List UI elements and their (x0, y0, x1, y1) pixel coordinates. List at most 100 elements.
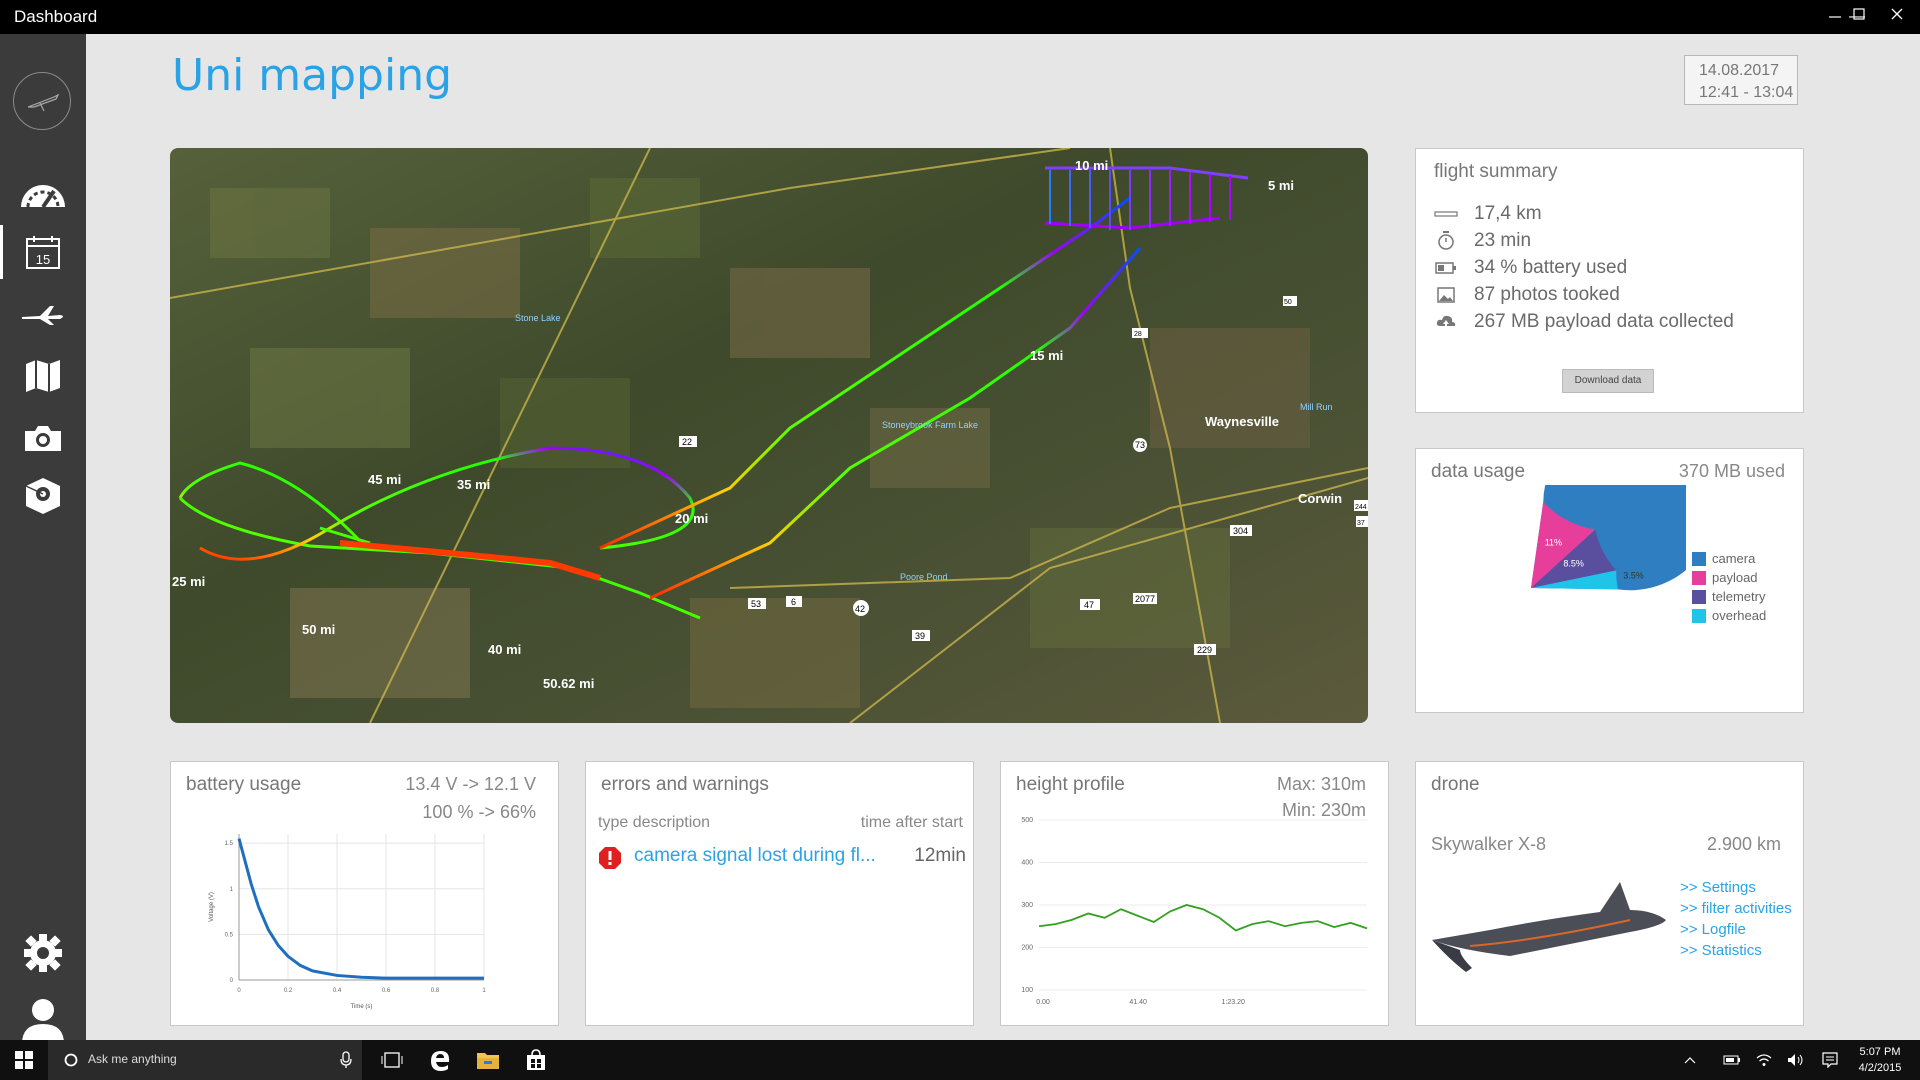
volume-tray-button[interactable] (1782, 1040, 1810, 1080)
height-profile-line (1038, 904, 1368, 932)
pie-label-telemetry: 8.5% (1563, 558, 1584, 568)
map-label-25mi: 25 mi (172, 574, 205, 589)
download-data-button[interactable]: Download data (1562, 369, 1654, 393)
map-label-35mi: 35 mi (457, 477, 490, 492)
height-profile-title: height profile (1016, 774, 1125, 795)
road-229: 229 (1197, 645, 1212, 655)
file-explorer-button[interactable] (464, 1040, 512, 1080)
windows-taskbar: Ask me anything 5:07 PM 4/2/2015 (0, 1040, 1920, 1080)
legend-swatch-overhead (1692, 608, 1706, 623)
drone-title: drone (1431, 774, 1480, 795)
legend-swatch-camera (1692, 551, 1706, 566)
link-filter-activities[interactable]: >> filter activities (1680, 900, 1792, 917)
height-y-tick: 300 (1021, 902, 1033, 909)
battery-x-tick: 0.2 (284, 988, 293, 994)
map-label-10mi: 10 mi (1075, 158, 1108, 173)
map-icon (26, 360, 60, 392)
upload-cloud-icon (1434, 312, 1458, 332)
flight-path-3d-map[interactable]: 10 mi 5 mi 15 mi 20 mi 25 mi 35 mi 40 mi… (170, 148, 1368, 723)
battery-x-tick: 0.4 (333, 988, 342, 994)
battery-x-tick: 0.6 (382, 988, 391, 994)
road-304: 304 (1233, 526, 1248, 536)
data-used-total: 370 MB used (1678, 461, 1785, 481)
search-placeholder: Ask me anything (88, 1052, 177, 1066)
battery-x-tick: 0 (237, 988, 241, 994)
battery-x-tick: 1 (482, 988, 486, 994)
error-row[interactable]: camera signal lost during fl... 12min (598, 844, 968, 870)
drone-card: drone Skywalker X-8 2.900 km >> Settings… (1415, 761, 1804, 1026)
battery-usage-title: battery usage (186, 774, 302, 795)
camera-icon (25, 426, 61, 451)
height-y-tick: 400 (1021, 860, 1033, 867)
battery-x-tick: 0.8 (431, 988, 440, 994)
link-logfile[interactable]: >> Logfile (1680, 921, 1746, 938)
sidebar-item-payload[interactable] (0, 469, 86, 523)
battery-voltage-range: 13.4 V -> 12.1 V (405, 774, 536, 794)
map-label-15mi: 15 mi (1030, 348, 1063, 363)
data-usage-pie-chart: 77% 11%8.5% 3.5% (1486, 485, 1686, 621)
sidebar-item-camera[interactable] (0, 411, 86, 465)
legend-label-overhead: overhead (1712, 608, 1767, 623)
settings-gear-icon (24, 934, 62, 972)
height-profile-card: height profile Max: 310m Min: 230m 100 20… (1000, 761, 1389, 1026)
drone-model: Skywalker X-8 (1431, 834, 1547, 854)
flight-date: 14.08.2017 (1699, 62, 1780, 79)
errors-title: errors and warnings (601, 774, 769, 795)
pie-label-overhead: 3.5% (1623, 570, 1644, 580)
close-button[interactable] (1874, 0, 1920, 34)
ruler-icon (1434, 204, 1458, 224)
microphone-icon (340, 1051, 352, 1068)
error-icon (599, 847, 621, 869)
road-50: 50 (1284, 299, 1292, 306)
wifi-icon (1756, 1054, 1772, 1066)
sidebar-item-flights[interactable] (0, 288, 86, 342)
legend-label-payload: payload (1712, 570, 1758, 585)
legend-telemetry: telemetry (1692, 589, 1765, 604)
sidebar-item-dashboard[interactable] (0, 167, 86, 221)
map-label-20mi: 20 mi (675, 511, 708, 526)
clock-time: 5:07 PM (1859, 1046, 1901, 1058)
sidebar-item-calendar[interactable]: 15 (0, 225, 86, 279)
map-label-stoneybrook: Stoneybrook Farm Lake (882, 420, 978, 430)
summary-row-payload: 267 MB payload data collected (1434, 311, 1734, 333)
drone-image (1432, 882, 1666, 972)
map-label-5mi: 5 mi (1268, 178, 1294, 193)
data-usage-card: data usage 370 MB used 77% 11% 8.5% 3.5% ca… (1415, 448, 1804, 713)
sidebar-item-map[interactable] (0, 349, 86, 403)
sidebar-item-settings[interactable] (0, 926, 86, 980)
battery-y-tick: 1.5 (225, 841, 234, 847)
task-view-button[interactable] (368, 1040, 416, 1080)
summary-duration: 23 min (1474, 230, 1532, 251)
link-statistics[interactable]: >> Statistics (1680, 942, 1762, 959)
stopwatch-icon (1434, 231, 1458, 251)
height-y-tick: 100 (1021, 987, 1033, 994)
road-37: 37 (1357, 520, 1365, 527)
road-73: 73 (1135, 440, 1145, 450)
height-y-tick: 200 (1021, 945, 1033, 952)
cortana-search-box[interactable]: Ask me anything (48, 1040, 362, 1080)
wifi-tray-button[interactable] (1750, 1040, 1778, 1080)
edge-browser-button[interactable] (416, 1040, 464, 1080)
app-logo[interactable] (13, 72, 71, 130)
page-title: Uni mapping (172, 50, 453, 101)
legend-payload: payload (1692, 570, 1758, 585)
link-settings[interactable]: >> Settings (1680, 879, 1756, 896)
summary-distance: 17,4 km (1474, 203, 1542, 224)
height-profile-chart: 100 200 300 400 500 0.00 41.40 1:23.20 (1021, 817, 1368, 1006)
show-hidden-icons-button[interactable] (1676, 1040, 1704, 1080)
taskbar-clock[interactable]: 5:07 PM 4/2/2015 (1848, 1044, 1912, 1076)
map-label-waynesville: Waynesville (1205, 414, 1279, 429)
action-center-button[interactable] (1816, 1040, 1844, 1080)
window-title-bar: Dashboard — (0, 0, 1920, 34)
legend-swatch-payload (1692, 570, 1706, 585)
summary-row-duration: 23 min (1434, 230, 1531, 252)
flight-time-range: 12:41 - 13:04 (1699, 84, 1794, 101)
data-usage-title: data usage (1431, 461, 1526, 482)
error-description[interactable]: camera signal lost during fl... (634, 845, 876, 867)
battery-voltage-chart: 0 0.2 0.4 0.6 0.8 1 0 0.5 1 1.5 Time (s) Voltage (V… (209, 834, 486, 1010)
col-type-description: type description (598, 814, 711, 831)
battery-y-tick: 0.5 (225, 932, 234, 938)
start-button[interactable] (0, 1040, 48, 1080)
battery-tray-button[interactable] (1718, 1040, 1746, 1080)
store-button[interactable] (512, 1040, 560, 1080)
